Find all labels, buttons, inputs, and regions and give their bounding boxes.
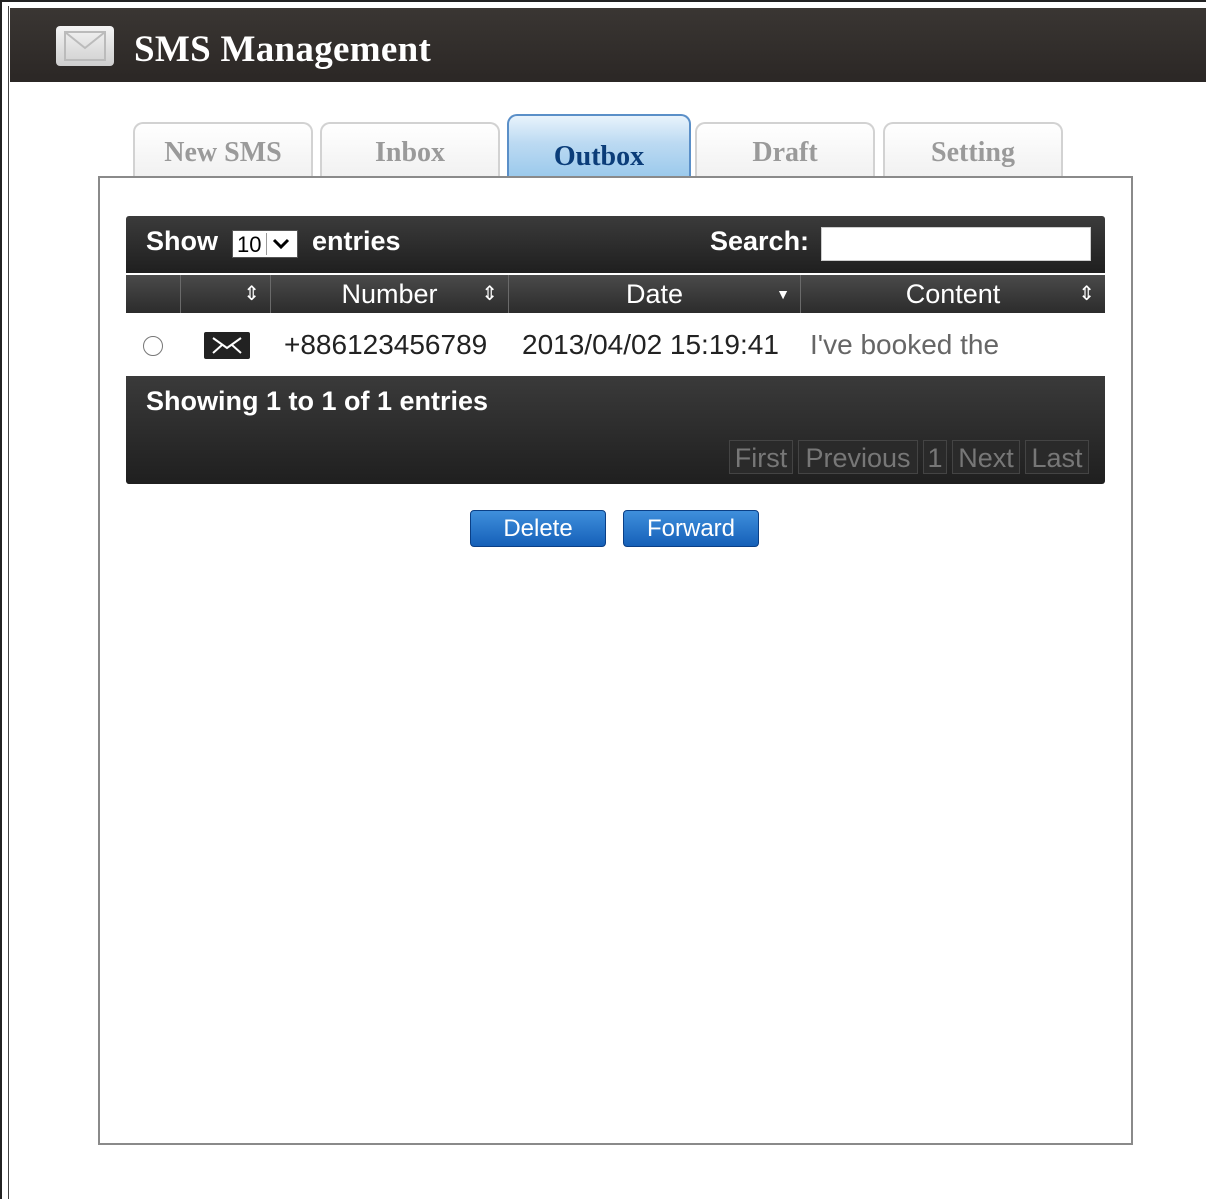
sort-icon: ⇕ (481, 283, 498, 305)
tab-setting[interactable]: Setting (883, 122, 1063, 176)
delete-button[interactable]: Delete (470, 510, 606, 547)
search-input[interactable] (821, 227, 1091, 261)
column-label-number: Number (341, 279, 438, 309)
column-header-number[interactable]: Number ⇕ (271, 275, 509, 313)
pagination-page-1[interactable]: 1 (923, 440, 947, 474)
row-content: I've booked the (810, 329, 1000, 360)
column-header-icon[interactable]: ⇕ (181, 275, 271, 313)
title-bar: SMS Management (10, 8, 1206, 82)
entries-length-value: 10 (237, 232, 262, 257)
table-row[interactable]: +886123456789 2013/04/02 15:19:41 I've b… (126, 321, 1105, 369)
table-footer: Showing 1 to 1 of 1 entries First Previo… (126, 376, 1105, 484)
row-number: +886123456789 (284, 329, 488, 360)
entries-length-select[interactable]: 10 (232, 230, 298, 258)
tab-draft[interactable]: Draft (695, 122, 875, 176)
tab-new-sms[interactable]: New SMS (133, 122, 313, 176)
tab-inbox[interactable]: Inbox (320, 122, 500, 176)
pagination-last[interactable]: Last (1025, 440, 1089, 474)
envelope-icon (56, 26, 114, 66)
table-toolbar: Show 10 entries Search: (126, 216, 1105, 273)
sent-message-icon (204, 332, 250, 359)
row-date: 2013/04/02 15:19:41 (522, 329, 779, 360)
pagination-first[interactable]: First (729, 440, 793, 474)
chevron-down-icon (266, 233, 295, 255)
entries-info: Showing 1 to 1 of 1 entries (146, 386, 489, 416)
entries-label: entries (312, 226, 401, 256)
row-select-radio[interactable] (143, 336, 163, 356)
sort-desc-icon: ▼ (776, 286, 790, 302)
column-header-select (126, 275, 181, 313)
tab-outbox[interactable]: Outbox (507, 114, 691, 176)
sort-icon: ⇕ (243, 283, 260, 305)
sort-icon: ⇕ (1078, 283, 1095, 305)
column-header-content[interactable]: Content ⇕ (801, 275, 1105, 313)
column-label-date: Date (625, 279, 684, 309)
show-label: Show (146, 226, 218, 256)
column-header-date[interactable]: Date ▼ (509, 275, 801, 313)
pagination-next[interactable]: Next (952, 440, 1020, 474)
page-title: SMS Management (134, 29, 432, 70)
column-label-content: Content (905, 279, 1001, 309)
table-header: ⇕ Number ⇕ Date ▼ Content ⇕ (126, 275, 1105, 313)
pagination-previous[interactable]: Previous (798, 440, 918, 474)
forward-button[interactable]: Forward (623, 510, 759, 547)
search-label: Search: (710, 226, 810, 256)
